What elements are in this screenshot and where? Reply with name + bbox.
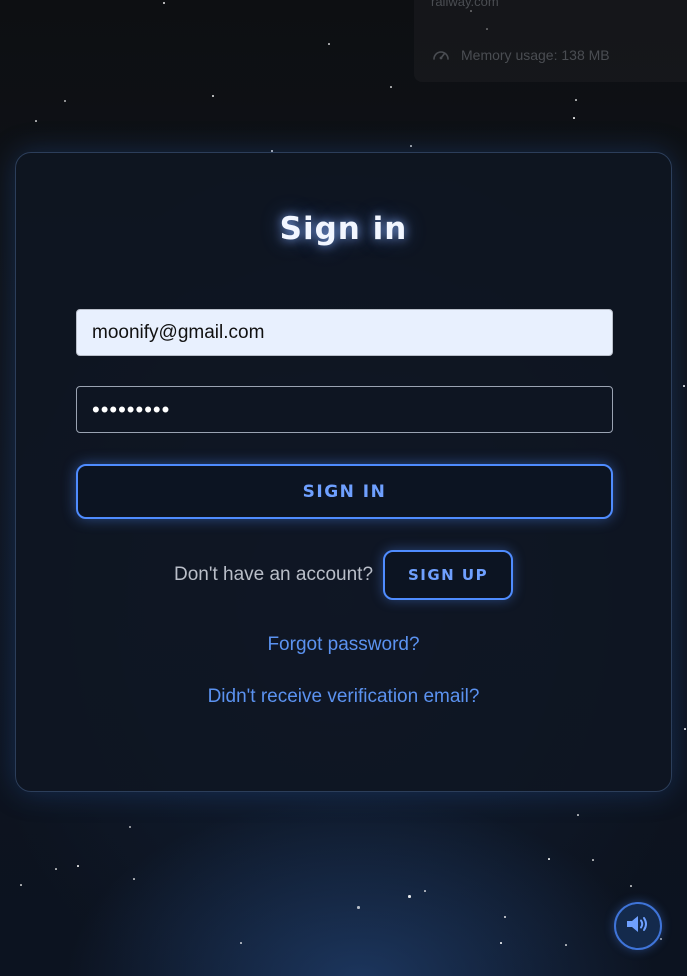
star <box>500 942 502 944</box>
star <box>77 865 79 867</box>
star <box>630 885 632 887</box>
star <box>163 2 165 4</box>
star <box>129 826 131 828</box>
domain-label: railway.com <box>431 0 499 9</box>
memory-usage-panel: railway.com Memory usage: 138 MB <box>414 0 687 82</box>
memory-usage-label: Memory usage: 138 MB <box>461 47 610 63</box>
star <box>573 117 575 119</box>
star <box>35 120 37 122</box>
star <box>592 859 594 861</box>
signup-row: Don't have an account? SIGN UP <box>16 550 671 600</box>
speaker-volume-icon <box>624 913 652 940</box>
star <box>357 906 360 909</box>
star <box>408 895 411 898</box>
star <box>683 385 685 387</box>
star <box>504 916 506 918</box>
signup-prompt: Don't have an account? <box>173 564 374 585</box>
password-field[interactable] <box>76 386 613 433</box>
sign-in-card: Sign in SIGN IN Don't have an account? S… <box>15 152 672 792</box>
star <box>55 868 57 870</box>
memory-usage-row: Memory usage: 138 MB <box>432 47 610 63</box>
page-title: Sign in <box>279 211 408 247</box>
star <box>212 95 214 97</box>
sound-toggle-button[interactable] <box>614 902 662 950</box>
star <box>577 814 579 816</box>
gauge-icon <box>432 47 450 63</box>
star <box>548 858 550 860</box>
star <box>20 884 22 886</box>
email-field[interactable] <box>76 309 613 356</box>
sign-up-button[interactable]: SIGN UP <box>383 550 514 600</box>
star <box>565 944 567 946</box>
star <box>240 942 242 944</box>
star <box>660 938 662 940</box>
star <box>410 145 412 147</box>
resend-verification-link[interactable]: Didn't receive verification email? <box>16 686 671 708</box>
star <box>328 43 330 45</box>
star <box>64 100 66 102</box>
star <box>424 890 426 892</box>
star <box>133 878 135 880</box>
star <box>684 728 686 730</box>
star <box>390 86 392 88</box>
star <box>575 99 577 101</box>
forgot-password-link[interactable]: Forgot password? <box>16 634 671 656</box>
sign-in-button[interactable]: SIGN IN <box>76 464 613 519</box>
